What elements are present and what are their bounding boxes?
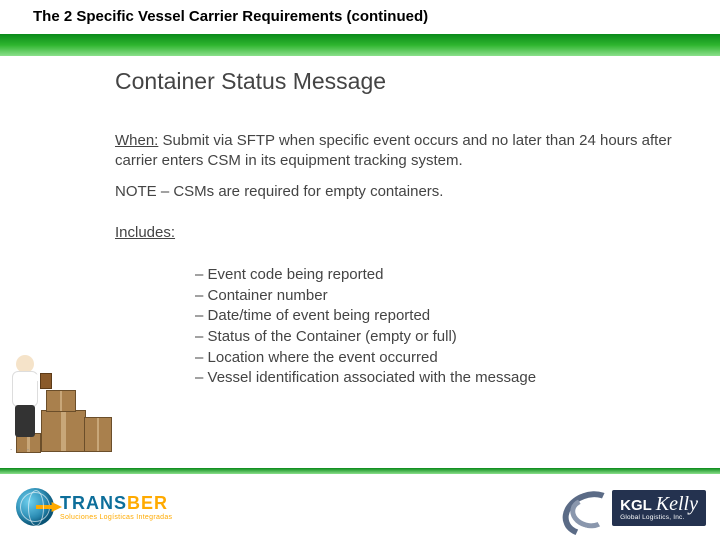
when-text: Submit via SFTP when specific event occu… [115,132,672,169]
kgl-kelly-logo: KGL Kelly Global Logistics, Inc. [562,488,706,528]
kgl-text: KGL [620,498,652,513]
list-item: Date/time of event being reported [195,306,536,327]
box-icon [46,390,76,412]
includes-label: Includes: [115,223,680,243]
list-item: Container number [195,286,536,307]
note-text: NOTE – CSMs are required for empty conta… [115,182,680,202]
transber-tagline: Soluciones Logísticas Integradas [60,514,172,521]
kgl-subtext: Global Logistics, Inc. [620,515,698,522]
list-item: Location where the event occurred [195,348,536,369]
person-with-boxes-illustration: . . . [6,355,116,465]
page-title: The 2 Specific Vessel Carrier Requiremen… [33,8,428,25]
kelly-text: Kelly [656,494,698,514]
when-paragraph: When: Submit via SFTP when specific even… [115,131,680,172]
list-item: Event code being reported [195,265,536,286]
transber-name: TRANSBER [60,494,172,512]
section-heading: Container Status Message [115,68,386,95]
list-item: Status of the Container (empty or full) [195,327,536,348]
person-icon [6,355,42,445]
footer-accent-bar [0,468,720,474]
box-icon [41,410,86,452]
transber-logo: TRANSBER Soluciones Logísticas Integrada… [16,484,172,530]
arrow-icon [36,502,62,512]
box-icon [84,417,112,452]
swoosh-icon [562,488,606,528]
globe-icon [16,488,54,526]
header-accent-bar [0,34,720,56]
includes-list: Event code being reported Container numb… [195,265,536,389]
when-label: When: [115,132,158,149]
list-item: Vessel identification associated with th… [195,368,536,389]
